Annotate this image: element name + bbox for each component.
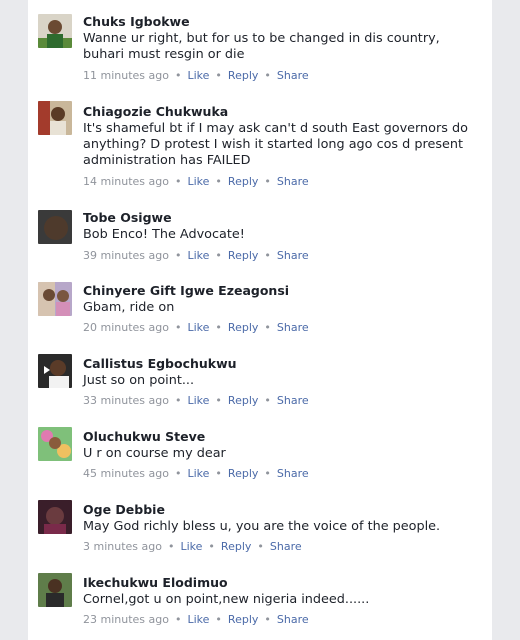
avatar[interactable] — [38, 101, 72, 135]
comment-time[interactable]: 33 minutes ago — [83, 394, 169, 407]
comment-text: Bob Enco! The Advocate! — [83, 227, 245, 242]
reply-link[interactable]: Reply — [228, 249, 258, 262]
comment-author[interactable]: Chinyere Gift Igwe Ezeagonsi — [83, 283, 289, 298]
comment-meta: 45 minutes ago • Like • Reply • Share — [83, 467, 309, 480]
comment-text: U r on course my dear — [83, 446, 226, 461]
comment-author[interactable]: Oge Debbie — [83, 502, 165, 517]
comment-meta: 20 minutes ago • Like • Reply • Share — [83, 321, 309, 334]
avatar[interactable] — [38, 14, 72, 48]
like-link[interactable]: Like — [187, 175, 209, 188]
comment-meta: 33 minutes ago • Like • Reply • Share — [83, 394, 309, 407]
comment-meta: 3 minutes ago • Like • Reply • Share — [83, 540, 302, 553]
comment-text: Cornel,got u on point,new nigeria indeed… — [83, 592, 370, 607]
comment-time[interactable]: 11 minutes ago — [83, 69, 169, 82]
reply-link[interactable]: Reply — [228, 69, 258, 82]
comment-time[interactable]: 23 minutes ago — [83, 613, 169, 626]
reply-link[interactable]: Reply — [228, 467, 258, 480]
reply-link[interactable]: Reply — [228, 321, 258, 334]
comment-text: May God richly bless u, you are the voic… — [83, 519, 441, 534]
comment-text: It's shameful bt if I may ask can't d so… — [83, 121, 468, 168]
like-link[interactable]: Like — [187, 69, 209, 82]
comment-author[interactable]: Chuks Igbokwe — [83, 14, 190, 29]
avatar[interactable] — [38, 282, 72, 316]
comment-author[interactable]: Chiagozie Chukwuka — [83, 104, 228, 119]
share-link[interactable]: Share — [277, 69, 309, 82]
share-link[interactable]: Share — [277, 321, 309, 334]
comment-author[interactable]: Oluchukwu Steve — [83, 429, 205, 444]
avatar[interactable] — [38, 427, 72, 461]
comment-meta: 11 minutes ago • Like • Reply • Share — [83, 69, 309, 82]
comment-text: Gbam, ride on — [83, 300, 175, 315]
reply-link[interactable]: Reply — [221, 540, 251, 553]
like-link[interactable]: Like — [187, 249, 209, 262]
reply-link[interactable]: Reply — [228, 175, 258, 188]
comment-text: Just so on point... — [83, 373, 195, 388]
like-link[interactable]: Like — [187, 613, 209, 626]
like-link[interactable]: Like — [187, 394, 209, 407]
comment-time[interactable]: 39 minutes ago — [83, 249, 169, 262]
comment-feed: Chuks Igbokwe Wanne ur right, but for us… — [28, 0, 492, 640]
share-link[interactable]: Share — [277, 394, 309, 407]
comment-meta: 39 minutes ago • Like • Reply • Share — [83, 249, 309, 262]
like-link[interactable]: Like — [187, 467, 209, 480]
comment-time[interactable]: 3 minutes ago — [83, 540, 162, 553]
like-link[interactable]: Like — [180, 540, 202, 553]
comment-text: Wanne ur right, but for us to be changed… — [83, 31, 440, 62]
share-link[interactable]: Share — [270, 540, 302, 553]
avatar[interactable] — [38, 500, 72, 534]
avatar[interactable] — [38, 210, 72, 244]
like-link[interactable]: Like — [187, 321, 209, 334]
avatar[interactable] — [38, 354, 72, 388]
reply-link[interactable]: Reply — [228, 394, 258, 407]
comment-meta: 14 minutes ago • Like • Reply • Share — [83, 175, 309, 188]
comment-time[interactable]: 20 minutes ago — [83, 321, 169, 334]
comment-time[interactable]: 45 minutes ago — [83, 467, 169, 480]
share-link[interactable]: Share — [277, 467, 309, 480]
comment-author[interactable]: Ikechukwu Elodimuo — [83, 575, 228, 590]
comment-meta: 23 minutes ago • Like • Reply • Share — [83, 613, 309, 626]
reply-link[interactable]: Reply — [228, 613, 258, 626]
comment-author[interactable]: Tobe Osigwe — [83, 210, 172, 225]
share-link[interactable]: Share — [277, 613, 309, 626]
share-link[interactable]: Share — [277, 249, 309, 262]
share-link[interactable]: Share — [277, 175, 309, 188]
avatar[interactable] — [38, 573, 72, 607]
comment-time[interactable]: 14 minutes ago — [83, 175, 169, 188]
comment-author[interactable]: Callistus Egbochukwu — [83, 356, 237, 371]
